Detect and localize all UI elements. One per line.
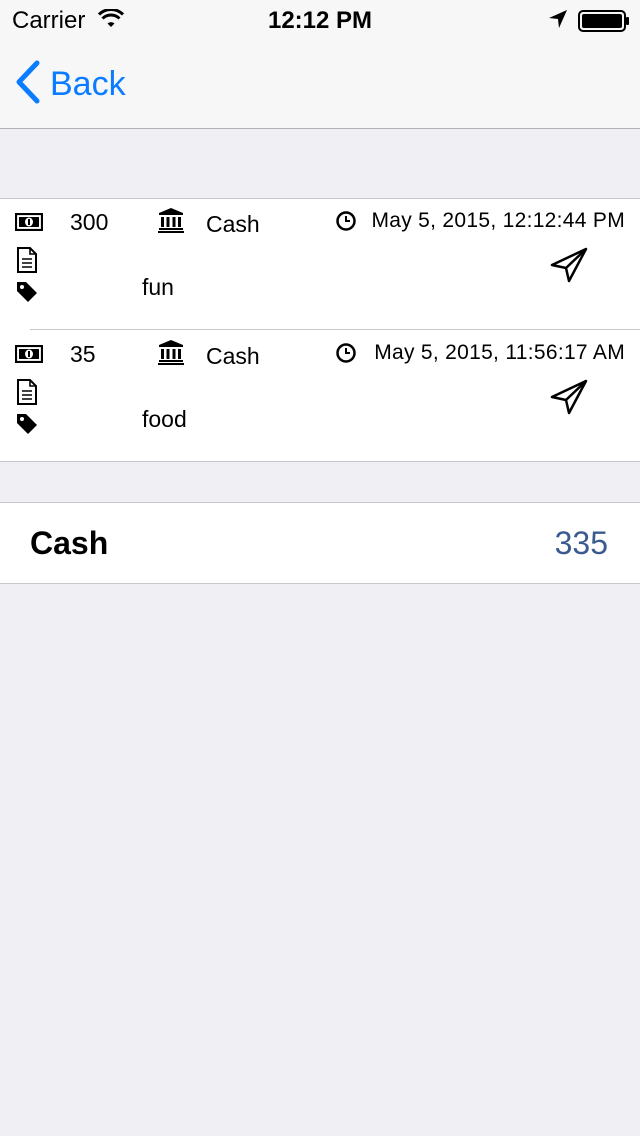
status-time: 12:12 PM	[267, 7, 373, 34]
transaction-row[interactable]: 35 Cash May 5, 2015, 11:56:17 AM food	[0, 331, 640, 462]
document-icon	[16, 379, 38, 410]
transaction-amount: 35	[70, 341, 96, 367]
transaction-account: Cash	[206, 211, 260, 237]
bank-icon	[158, 339, 184, 370]
transaction-amount: 300	[70, 209, 109, 235]
transaction-row[interactable]: 300 Cash May 5, 2015, 12:12:44 PM fun	[0, 199, 640, 330]
tag-icon	[16, 413, 38, 440]
money-icon	[14, 344, 44, 368]
transactions-list: 300 Cash May 5, 2015, 12:12:44 PM fun 35…	[0, 198, 640, 462]
money-icon	[14, 212, 44, 236]
summary-label: Cash	[30, 525, 109, 561]
clock-icon	[336, 343, 356, 368]
location-arrow-icon	[548, 9, 568, 34]
back-button-label: Back	[50, 64, 126, 103]
bank-icon	[158, 207, 184, 238]
transaction-account: Cash	[206, 343, 260, 369]
chevron-left-icon	[14, 60, 40, 109]
tag-icon	[16, 281, 38, 308]
account-summary-row[interactable]: Cash 335	[0, 502, 640, 584]
back-button[interactable]: Back	[14, 60, 126, 109]
transaction-tag: food	[142, 406, 187, 432]
clock-icon	[336, 211, 356, 236]
status-bar: Carrier 12:12 PM	[0, 0, 640, 40]
transaction-datetime: May 5, 2015, 12:12:44 PM	[371, 209, 625, 232]
send-icon[interactable]	[550, 379, 588, 420]
send-icon[interactable]	[550, 247, 588, 288]
row-divider	[30, 329, 640, 330]
transaction-tag: fun	[142, 274, 174, 300]
battery-icon	[578, 10, 630, 37]
document-icon	[16, 247, 38, 278]
navigation-bar: Back	[0, 40, 640, 129]
transaction-datetime: May 5, 2015, 11:56:17 AM	[374, 341, 625, 364]
summary-value: 335	[554, 525, 608, 561]
